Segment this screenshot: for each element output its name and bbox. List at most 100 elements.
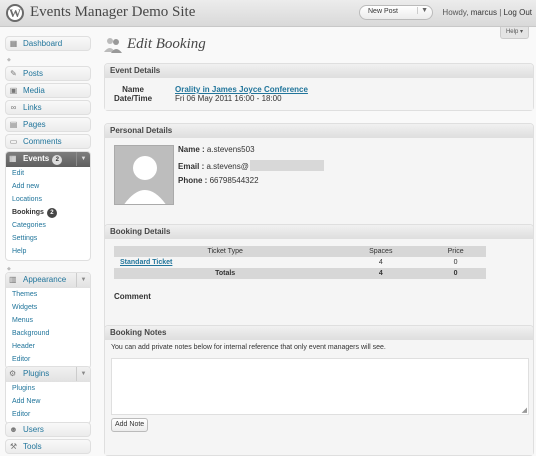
new-post-label: New Post <box>368 8 398 15</box>
menu-tools[interactable]: ⚒ Tools <box>5 439 91 454</box>
spaces-cell: 4 <box>378 259 383 266</box>
event-details-box: Event Details Name Date/Time Orality in … <box>104 63 534 111</box>
booking-details-box: Booking Details Ticket Type Spaces Price… <box>104 224 534 335</box>
menu-plugins[interactable]: ⚙ Plugins ▼ <box>6 367 90 382</box>
menu-users-label: Users <box>23 425 44 434</box>
menu-appearance-group: ▥ Appearance ▼ Themes Widgets Menus Back… <box>5 272 91 369</box>
howdy-text: Howdy, <box>442 8 469 17</box>
menu-links[interactable]: ∞ Links <box>5 100 91 115</box>
user-greeting: Howdy, marcus | Log Out <box>442 8 532 17</box>
submenu-item[interactable]: Background <box>6 327 90 340</box>
add-note-button[interactable]: Add Note <box>111 418 149 432</box>
tools-icon: ⚒ <box>9 442 18 451</box>
chevron-down-icon[interactable]: ▼ <box>76 152 90 166</box>
totals-price: 0 <box>425 268 486 279</box>
submenu-item-bookings[interactable]: Bookings 2 <box>6 206 90 219</box>
column-header: Spaces <box>336 246 426 257</box>
menu-comments[interactable]: ▭ Comments <box>5 134 91 149</box>
plugins-submenu: Plugins Add New Editor <box>6 382 90 423</box>
column-header: Price <box>425 246 486 257</box>
submenu-item[interactable]: Categories <box>6 219 90 232</box>
bookings-count-badge: 2 <box>46 208 57 218</box>
menu-tools-label: Tools <box>23 442 42 451</box>
submenu-item[interactable]: Add New <box>6 395 90 408</box>
name-label: Name <box>122 85 144 94</box>
submenu-item[interactable]: Locations <box>6 193 90 206</box>
menu-plugins-group: ⚙ Plugins ▼ Plugins Add New Editor <box>5 366 91 424</box>
site-title[interactable]: Events Manager Demo Site <box>30 4 195 21</box>
submenu-item[interactable]: Edit <box>6 167 90 180</box>
events-submenu: Edit Add new Locations Bookings 2 Categor… <box>6 167 90 260</box>
resize-handle-icon[interactable]: ◢ <box>522 406 527 414</box>
email-field-label: Email : <box>178 162 205 171</box>
submenu-item[interactable]: Widgets <box>6 301 90 314</box>
submenu-item[interactable]: Themes <box>6 288 90 301</box>
menu-comments-label: Comments <box>23 137 62 146</box>
ticket-type-link[interactable]: Standard Ticket <box>114 257 336 268</box>
event-details-heading: Event Details <box>105 64 533 78</box>
menu-media-label: Media <box>23 86 45 95</box>
submenu-item[interactable]: Add new <box>6 180 90 193</box>
notes-textarea[interactable]: ◢ <box>111 358 529 415</box>
menu-links-label: Links <box>23 103 42 112</box>
email-value: a.stevens@ <box>206 162 249 171</box>
name-value: a.stevens503 <box>206 145 255 154</box>
table-row: Standard Ticket 4 0 <box>114 257 486 268</box>
submenu-item[interactable]: Header <box>6 340 90 353</box>
chevron-down-icon[interactable]: ▼ <box>76 273 90 287</box>
menu-appearance-label: Appearance <box>23 275 67 284</box>
events-count-badge: 2 <box>52 155 63 165</box>
appearance-icon: ▥ <box>9 275 17 284</box>
event-name-link[interactable]: Orality in James Joyce Conference <box>175 85 308 94</box>
submenu-item[interactable]: Settings <box>6 232 90 245</box>
booking-details-heading: Booking Details <box>105 225 533 239</box>
submenu-item[interactable]: Menus <box>6 314 90 327</box>
media-icon: ▣ <box>9 86 18 95</box>
price-cell: 0 <box>453 259 458 266</box>
notes-help-text: You can add private notes below for inte… <box>111 344 386 351</box>
menu-appearance[interactable]: ▥ Appearance ▼ <box>6 273 90 288</box>
totals-spaces: 4 <box>336 268 426 279</box>
new-post-dropdown[interactable]: New Post ▼ <box>359 5 433 20</box>
person-name: Name : a.stevens503 <box>178 145 255 154</box>
plugin-icon: ⚙ <box>9 369 17 378</box>
bookings-label: Bookings <box>12 209 44 216</box>
menu-users[interactable]: ☻ Users <box>5 422 91 437</box>
calendar-icon: ▦ <box>9 154 17 163</box>
admin-sidebar: ▦ Dashboard ◆ ✎ Posts ▣ Media ∞ Links ▤ … <box>0 27 98 456</box>
phone-field-label: Phone : <box>178 176 208 185</box>
submenu-item[interactable]: Plugins <box>6 382 90 395</box>
username-link[interactable]: marcus <box>471 8 497 17</box>
redacted-area <box>249 160 324 171</box>
menu-events-label: Events <box>23 154 50 163</box>
totals-row: Totals 4 0 <box>114 268 486 279</box>
submenu-item[interactable]: Help <box>6 245 90 258</box>
totals-label: Totals <box>114 268 337 279</box>
phone-value: 66798544322 <box>209 176 259 185</box>
menu-separator: ◆ <box>7 266 11 272</box>
comment-icon: ▭ <box>9 137 18 146</box>
separator: | <box>499 8 502 17</box>
booking-notes-box: Booking Notes You can add private notes … <box>104 325 534 456</box>
menu-posts[interactable]: ✎ Posts <box>5 66 91 81</box>
menu-dashboard-label: Dashboard <box>23 39 63 48</box>
tickets-table: Ticket Type Spaces Price Standard Ticket… <box>114 246 486 279</box>
menu-pages-label: Pages <box>23 120 46 129</box>
chevron-down-icon[interactable]: ▼ <box>417 7 428 14</box>
logout-link[interactable]: Log Out <box>504 8 532 17</box>
event-date: Fri 06 May 2011 16:00 - 18:00 <box>175 94 282 103</box>
menu-media[interactable]: ▣ Media <box>5 83 91 98</box>
page-icon: ▤ <box>9 120 18 129</box>
chevron-down-icon[interactable]: ▼ <box>76 367 90 381</box>
submenu-item[interactable]: Editor <box>6 353 90 366</box>
main-content: Edit Booking Event Details Name Date/Tim… <box>102 27 536 456</box>
menu-dashboard[interactable]: ▦ Dashboard <box>5 36 91 51</box>
link-icon: ∞ <box>10 103 17 112</box>
wordpress-logo-icon[interactable]: W <box>6 4 24 22</box>
menu-events-group: ▦ Events 2 ▼ Edit Add new Locations Booki… <box>5 151 91 261</box>
menu-pages[interactable]: ▤ Pages <box>5 117 91 132</box>
appearance-submenu: Themes Widgets Menus Background Header E… <box>6 288 90 368</box>
submenu-item[interactable]: Editor <box>6 408 90 421</box>
menu-events[interactable]: ▦ Events 2 ▼ <box>6 152 90 167</box>
event-labels: Name Date/Time <box>114 85 152 103</box>
